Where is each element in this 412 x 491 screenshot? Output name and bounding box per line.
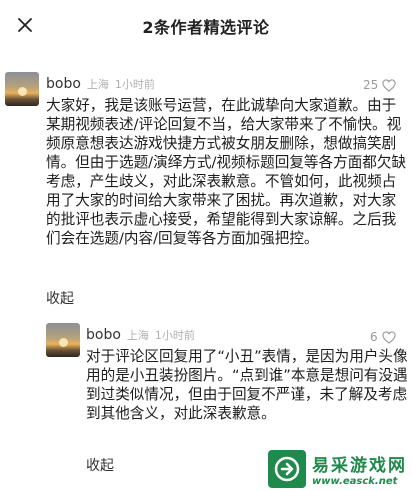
close-icon bbox=[18, 18, 32, 32]
comment-text: 大家好，我是该账号运营，在此诚挚向大家道歉。由于某期视频表述/评论回复不当，给大… bbox=[46, 97, 407, 247]
like-button[interactable]: 6 bbox=[370, 330, 396, 344]
avatar[interactable] bbox=[5, 72, 39, 106]
comment-meta: bobo 上海 1小时前 bbox=[46, 76, 155, 92]
comment-meta: bobo 上海 1小时前 bbox=[86, 327, 195, 343]
comment-text: 对于评论区回复用了“小丑”表情，是因为用户头像用的是小丑装扮图片。“点到谁”本意… bbox=[86, 348, 408, 422]
username[interactable]: bobo bbox=[46, 76, 81, 92]
timestamp: 1小时前 bbox=[154, 329, 195, 342]
username[interactable]: bobo bbox=[86, 327, 121, 343]
site-url: www.easck.net bbox=[312, 476, 398, 487]
dialog-header: 2条作者精选评论 bbox=[0, 0, 412, 52]
collapse-link[interactable]: 收起 bbox=[86, 455, 114, 475]
heart-icon bbox=[381, 330, 396, 344]
avatar[interactable] bbox=[46, 323, 80, 357]
dialog-title: 2条作者精选评论 bbox=[142, 18, 270, 37]
site-name: 易采游戏网 bbox=[312, 456, 407, 476]
site-watermark: 易采游戏网 www.easck.net bbox=[262, 447, 412, 491]
heart-icon bbox=[382, 78, 396, 92]
collapse-link[interactable]: 收起 bbox=[46, 288, 74, 308]
like-button[interactable]: 25 bbox=[363, 78, 396, 92]
close-button[interactable] bbox=[14, 14, 36, 36]
region-label: 上海 bbox=[126, 329, 149, 342]
like-count: 6 bbox=[370, 330, 378, 344]
site-logo-icon bbox=[268, 450, 306, 488]
like-count: 25 bbox=[363, 78, 379, 92]
region-label: 上海 bbox=[86, 78, 109, 91]
timestamp: 1小时前 bbox=[114, 78, 155, 91]
